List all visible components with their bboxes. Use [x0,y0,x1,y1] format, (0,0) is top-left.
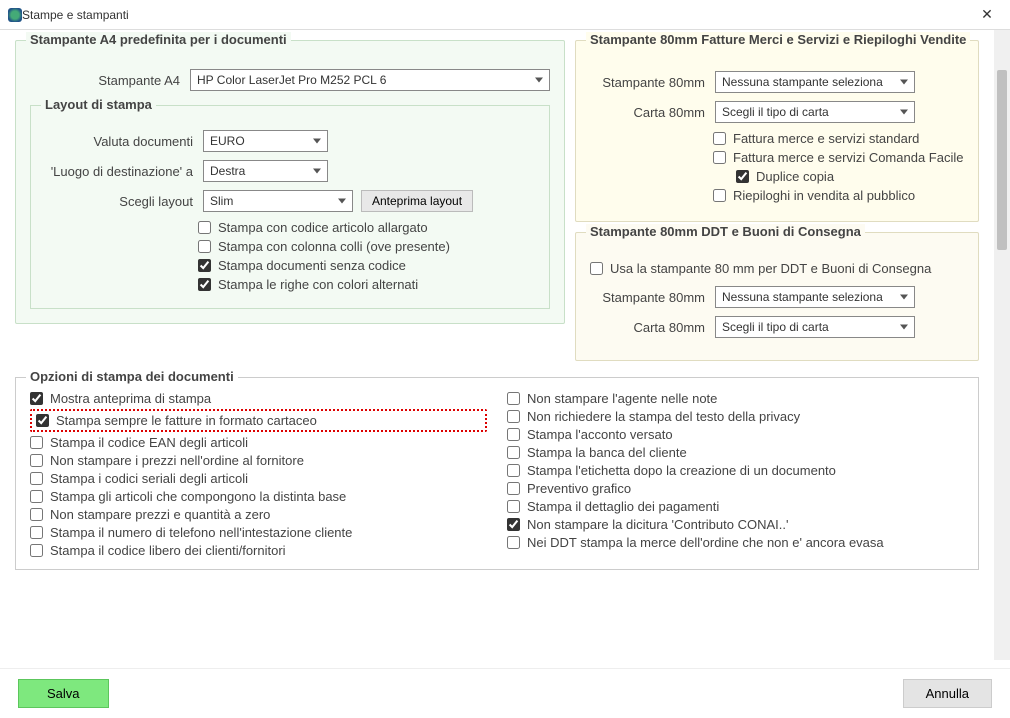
print-options-group: Opzioni di stampa dei documenti Mostra a… [15,377,979,570]
a4-printer-label: Stampante A4 [30,73,180,88]
dest-select[interactable]: Destra [203,160,328,182]
chk-fattura-std[interactable]: Fattura merce e servizi standard [590,131,964,146]
titlebar: Stampe e stampanti ✕ [0,0,1010,30]
layout-select[interactable]: Slim [203,190,353,212]
currency-label: Valuta documenti [43,134,193,149]
80a-paper-label: Carta 80mm [590,105,705,120]
option-checkbox[interactable]: Non stampare la dicitura 'Contributo CON… [507,517,964,532]
app-icon [8,8,22,22]
cancel-button[interactable]: Annulla [903,679,992,708]
window-title: Stampe e stampanti [22,8,972,22]
80a-paper-select[interactable]: Scegli il tipo di carta [715,101,915,123]
option-checkbox[interactable]: Stampa il codice libero dei clienti/forn… [30,543,487,558]
option-checkbox[interactable]: Mostra anteprima di stampa [30,391,487,406]
currency-select[interactable]: EURO [203,130,328,152]
80b-printer-select[interactable]: Nessuna stampante seleziona [715,286,915,308]
80mm-ddt-group: Stampante 80mm DDT e Buoni di Consegna U… [575,232,979,361]
footer: Salva Annulla [0,668,1010,718]
layout-legend: Layout di stampa [41,97,156,112]
a4-printer-group: Stampante A4 predefinita per i documenti… [15,40,565,324]
80mm-invoices-group: Stampante 80mm Fatture Merci e Servizi e… [575,40,979,222]
dest-label: 'Luogo di destinazione' a [43,164,193,179]
option-checkbox[interactable]: Non stampare l'agente nelle note [507,391,964,406]
chk-altrows[interactable]: Stampa le righe con colori alternati [43,277,537,292]
close-button[interactable]: ✕ [972,6,1002,23]
80b-paper-select[interactable]: Scegli il tipo di carta [715,316,915,338]
chk-fattura-comanda[interactable]: Fattura merce e servizi Comanda Facile [590,150,964,165]
80b-printer-label: Stampante 80mm [590,290,705,305]
save-button[interactable]: Salva [18,679,109,708]
chk-large-code[interactable]: Stampa con codice articolo allargato [43,220,537,235]
option-checkbox[interactable]: Non stampare i prezzi nell'ordine al for… [30,453,487,468]
chk-use-80mm-ddt[interactable]: Usa la stampante 80 mm per DDT e Buoni d… [590,261,964,276]
option-checkbox[interactable]: Stampa il codice EAN degli articoli [30,435,487,450]
option-checkbox[interactable]: Non stampare prezzi e quantità a zero [30,507,487,522]
preview-layout-button[interactable]: Anteprima layout [361,190,473,212]
option-checkbox[interactable]: Stampa il numero di telefono nell'intest… [30,525,487,540]
option-checkbox[interactable]: Stampa sempre le fatture in formato cart… [30,409,487,432]
vertical-scrollbar[interactable] [994,30,1010,660]
option-checkbox[interactable]: Nei DDT stampa la merce dell'ordine che … [507,535,964,550]
layout-label-text: Scegli layout [43,194,193,209]
layout-group: Layout di stampa Valuta documenti EURO '… [30,105,550,309]
option-checkbox[interactable]: Stampa l'acconto versato [507,427,964,442]
print-options-legend: Opzioni di stampa dei documenti [26,369,238,384]
option-checkbox[interactable]: Stampa il dettaglio dei pagamenti [507,499,964,514]
chk-duplice[interactable]: Duplice copia [590,169,964,184]
a4-printer-select[interactable]: HP Color LaserJet Pro M252 PCL 6 [190,69,550,91]
80mm-invoices-legend: Stampante 80mm Fatture Merci e Servizi e… [586,32,970,47]
option-checkbox[interactable]: Stampa l'etichetta dopo la creazione di … [507,463,964,478]
80a-printer-select[interactable]: Nessuna stampante seleziona [715,71,915,93]
80mm-ddt-legend: Stampante 80mm DDT e Buoni di Consegna [586,224,865,239]
80a-printer-label: Stampante 80mm [590,75,705,90]
option-checkbox[interactable]: Stampa gli articoli che compongono la di… [30,489,487,504]
80b-paper-label: Carta 80mm [590,320,705,335]
chk-riepiloghi[interactable]: Riepiloghi in vendita al pubblico [590,188,964,203]
option-checkbox[interactable]: Stampa la banca del cliente [507,445,964,460]
scrollbar-thumb[interactable] [997,70,1007,250]
chk-colli[interactable]: Stampa con colonna colli (ove presente) [43,239,537,254]
option-checkbox[interactable]: Non richiedere la stampa del testo della… [507,409,964,424]
chk-nocode[interactable]: Stampa documenti senza codice [43,258,537,273]
a4-legend: Stampante A4 predefinita per i documenti [26,32,291,47]
option-checkbox[interactable]: Stampa i codici seriali degli articoli [30,471,487,486]
option-checkbox[interactable]: Preventivo grafico [507,481,964,496]
